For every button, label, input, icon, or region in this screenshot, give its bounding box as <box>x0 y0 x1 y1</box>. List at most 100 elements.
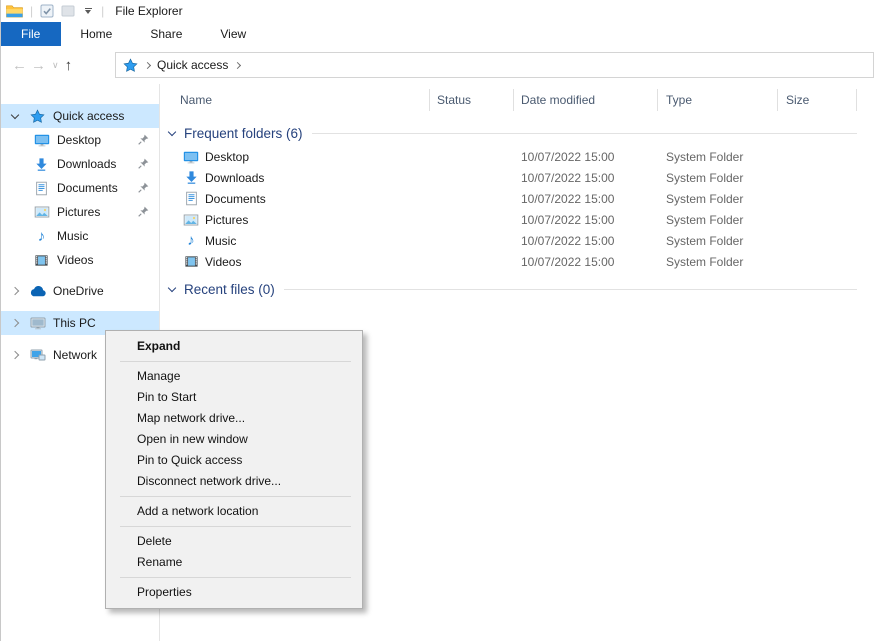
file-size <box>778 146 857 167</box>
breadcrumb-chevron-icon[interactable] <box>234 61 241 68</box>
file-date-modified: 10/07/2022 15:00 <box>514 167 658 188</box>
chevron-down-icon <box>168 284 176 292</box>
sidebar-item-documents[interactable]: Documents <box>0 176 159 200</box>
group-header-frequent-folders[interactable]: Frequent folders (6) <box>161 123 857 143</box>
menu-separator <box>120 577 351 578</box>
recent-locations-caret-icon[interactable]: ∨ <box>52 60 59 71</box>
sidebar-item-label: Network <box>53 348 97 362</box>
forward-icon[interactable]: → <box>31 58 46 73</box>
file-row-music[interactable]: ♪ Music 10/07/2022 15:00 System Folder <box>161 230 874 251</box>
customize-qat-icon[interactable] <box>82 8 94 14</box>
pin-icon[interactable] <box>137 157 150 170</box>
column-header-name[interactable]: Name <box>161 89 430 111</box>
tab-file[interactable]: File <box>0 22 61 46</box>
menu-item-properties[interactable]: Properties <box>107 582 361 603</box>
breadcrumb-location[interactable]: Quick access <box>157 58 228 72</box>
file-type: System Folder <box>658 209 778 230</box>
file-type: System Folder <box>658 146 778 167</box>
file-name: Downloads <box>205 171 264 185</box>
file-type: System Folder <box>658 251 778 272</box>
menu-item-open-in-new-window[interactable]: Open in new window <box>107 429 361 450</box>
sidebar-item-videos[interactable]: Videos <box>0 248 159 272</box>
chevron-right-icon[interactable] <box>8 352 22 358</box>
new-folder-icon[interactable] <box>61 4 75 18</box>
tab-share[interactable]: Share <box>131 22 201 46</box>
file-status <box>430 230 514 251</box>
documents-icon <box>183 191 199 207</box>
sidebar-item-label: Quick access <box>53 109 124 123</box>
menu-item-disconnect-network-drive[interactable]: Disconnect network drive... <box>107 471 361 492</box>
pin-icon[interactable] <box>137 181 150 194</box>
chevron-down-icon[interactable] <box>8 115 22 118</box>
menu-item-manage[interactable]: Manage <box>107 366 361 387</box>
tab-home[interactable]: Home <box>61 22 131 46</box>
file-type: System Folder <box>658 167 778 188</box>
sidebar-item-music[interactable]: ♪ Music <box>0 224 159 248</box>
quick-access-star-icon <box>29 108 46 124</box>
menu-item-pin-to-quick-access[interactable]: Pin to Quick access <box>107 450 361 471</box>
group-header-recent-files[interactable]: Recent files (0) <box>161 279 857 299</box>
file-date-modified: 10/07/2022 15:00 <box>514 230 658 251</box>
file-row-downloads[interactable]: Downloads 10/07/2022 15:00 System Folder <box>161 167 874 188</box>
file-size <box>778 251 857 272</box>
group-header-label: Recent files (0) <box>184 282 275 297</box>
column-header-size[interactable]: Size <box>778 89 857 111</box>
address-bar[interactable]: Quick access <box>115 52 874 78</box>
pin-icon[interactable] <box>137 133 150 146</box>
chevron-right-icon[interactable] <box>8 320 22 326</box>
network-icon <box>29 347 46 363</box>
sidebar-item-label: Documents <box>57 181 118 195</box>
file-row-desktop[interactable]: Desktop 10/07/2022 15:00 System Folder <box>161 146 874 167</box>
group-rule <box>284 289 857 290</box>
column-headers: Name Status Date modified Type Size <box>161 84 874 115</box>
sidebar-item-downloads[interactable]: Downloads <box>0 152 159 176</box>
file-name: Desktop <box>205 150 249 164</box>
videos-icon <box>33 252 50 268</box>
file-name: Documents <box>205 192 266 206</box>
sidebar-item-pictures[interactable]: Pictures <box>0 200 159 224</box>
file-row-pictures[interactable]: Pictures 10/07/2022 15:00 System Folder <box>161 209 874 230</box>
videos-icon <box>183 254 199 270</box>
properties-icon[interactable] <box>40 4 54 18</box>
breadcrumb-chevron-icon[interactable] <box>144 61 151 68</box>
file-type: System Folder <box>658 188 778 209</box>
sidebar-item-onedrive[interactable]: OneDrive <box>0 279 159 303</box>
pin-icon[interactable] <box>137 205 150 218</box>
sidebar-item-label: Desktop <box>57 133 101 147</box>
menu-item-pin-to-start[interactable]: Pin to Start <box>107 387 361 408</box>
menu-item-rename[interactable]: Rename <box>107 552 361 573</box>
file-row-videos[interactable]: Videos 10/07/2022 15:00 System Folder <box>161 251 874 272</box>
column-header-date-modified[interactable]: Date modified <box>514 89 658 111</box>
menu-item-delete[interactable]: Delete <box>107 531 361 552</box>
file-status <box>430 188 514 209</box>
file-size <box>778 188 857 209</box>
documents-icon <box>33 180 50 196</box>
file-size <box>778 209 857 230</box>
column-header-status[interactable]: Status <box>430 89 514 111</box>
up-icon[interactable]: ↑ <box>65 58 73 73</box>
chevron-down-icon <box>168 128 176 136</box>
file-name: Pictures <box>205 213 248 227</box>
file-row-documents[interactable]: Documents 10/07/2022 15:00 System Folder <box>161 188 874 209</box>
back-icon[interactable]: ← <box>12 58 27 73</box>
file-type: System Folder <box>658 230 778 251</box>
file-name: Music <box>205 234 236 248</box>
quick-access-star-icon <box>123 58 138 73</box>
sidebar-item-desktop[interactable]: Desktop <box>0 128 159 152</box>
file-date-modified: 10/07/2022 15:00 <box>514 251 658 272</box>
tab-view[interactable]: View <box>201 22 265 46</box>
qat-separator: | <box>30 4 33 18</box>
sidebar-item-label: Pictures <box>57 205 100 219</box>
context-menu-this-pc: Expand Manage Pin to Start Map network d… <box>105 330 363 609</box>
column-header-type[interactable]: Type <box>658 89 778 111</box>
menu-separator <box>120 496 351 497</box>
chevron-right-icon[interactable] <box>8 288 22 294</box>
menu-item-expand[interactable]: Expand <box>107 336 361 357</box>
sidebar-item-quick-access[interactable]: Quick access <box>0 104 159 128</box>
menu-item-add-a-network-location[interactable]: Add a network location <box>107 501 361 522</box>
file-status <box>430 209 514 230</box>
desktop-icon <box>183 149 199 165</box>
sidebar-item-label: Downloads <box>57 157 116 171</box>
menu-item-map-network-drive[interactable]: Map network drive... <box>107 408 361 429</box>
sidebar-item-label: This PC <box>53 316 96 330</box>
